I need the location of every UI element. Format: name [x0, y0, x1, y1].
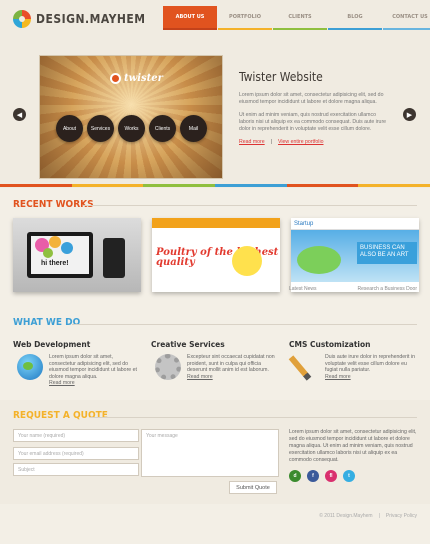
- service-read-more[interactable]: Read more: [49, 380, 75, 386]
- service-text: Excepteur sint occaecat cupidatat non pr…: [187, 354, 275, 373]
- color-stripe: [0, 184, 430, 187]
- bubble: [43, 248, 53, 258]
- twister-logo: twister: [110, 73, 163, 84]
- work-3-caption: Latest News Research a Business Door: [289, 286, 417, 292]
- privacy-policy-link[interactable]: Privacy Policy: [386, 513, 417, 519]
- slider-image[interactable]: twister About Services Works Clients Mai…: [40, 56, 222, 178]
- service-text: Lorem ipsum dolor sit amet, consectetur …: [49, 354, 137, 380]
- service-read-more[interactable]: Read more: [187, 374, 213, 380]
- site-menu-bar: [152, 218, 280, 228]
- work-thumb-1[interactable]: hi there!: [13, 218, 141, 292]
- service-text: Duis aute irure dolor in reprehenderit i…: [325, 354, 415, 373]
- recent-works-title: Recent Works: [13, 199, 94, 210]
- email-field[interactable]: Your email address (required): [13, 447, 139, 460]
- service-creative: Creative Services Excepteur sint occaeca…: [151, 340, 289, 387]
- copyright: © 2011 Design.Mayhem: [319, 513, 373, 519]
- service-cms: CMS Customization Duis aute irure dolor …: [288, 340, 427, 387]
- slide-caption: Twister Website Lorem ipsum dolor sit am…: [239, 70, 391, 145]
- stripe-segment: [286, 184, 359, 187]
- nav-contact[interactable]: Contact us: [383, 6, 430, 30]
- nav-portfolio[interactable]: Portfolio: [218, 6, 272, 30]
- social-links: d f fl t: [289, 470, 355, 482]
- footer: © 2011 Design.Mayhem | Privacy Policy: [319, 513, 417, 519]
- work-3-brand: Startup: [291, 218, 419, 230]
- submit-quote-button[interactable]: Submit Quote: [229, 481, 277, 494]
- chevron-left-icon[interactable]: ◀: [13, 108, 26, 121]
- slider-circle-menu: About Services Works Clients Mail: [56, 115, 211, 142]
- divider: [83, 205, 417, 206]
- gear-icon: [155, 354, 181, 380]
- stripe-segment: [0, 184, 72, 187]
- chick-graphic: [232, 246, 262, 276]
- latest-news-label: Latest News: [289, 286, 317, 292]
- name-field[interactable]: Your name (required): [13, 429, 139, 442]
- service-title: Web Development: [13, 340, 91, 349]
- link-separator: |: [270, 139, 273, 145]
- message-field[interactable]: Your message: [141, 429, 279, 477]
- pencil-icon: [288, 354, 319, 384]
- slide-title: Twister Website: [239, 70, 323, 84]
- nav-about[interactable]: About us: [163, 6, 217, 30]
- service-web-development: Web Development Lorem ipsum dolor sit am…: [13, 340, 151, 387]
- bubble: [61, 242, 73, 254]
- service-read-more[interactable]: Read more: [325, 374, 351, 380]
- recent-works-list: hi there! Poultry of the highest quality…: [13, 218, 419, 292]
- pencil-shape: [288, 355, 312, 381]
- stripe-segment: [71, 184, 144, 187]
- slider-circle-mail: Mail: [180, 115, 207, 142]
- research-label: Research a Business Door: [357, 286, 417, 292]
- slider-circle-clients: Clients: [149, 115, 176, 142]
- what-we-do-title: What we do: [13, 317, 81, 328]
- globe-icon: [17, 354, 43, 380]
- service-title: CMS Customization: [289, 340, 371, 349]
- stripe-segment: [358, 184, 430, 187]
- service-text-block: Lorem ipsum dolor sit amet, consectetur …: [49, 354, 139, 387]
- service-text-block: Duis aute irure dolor in reprehenderit i…: [325, 354, 415, 384]
- quote-description: Lorem ipsum dolor sit amet, consectetur …: [289, 429, 417, 463]
- stripe-segment: [215, 184, 287, 187]
- nav-clients[interactable]: Clients: [273, 6, 327, 30]
- service-text-block: Excepteur sint occaecat cupidatat non pr…: [187, 354, 277, 380]
- work-thumb-2[interactable]: Poultry of the highest quality: [152, 218, 280, 292]
- divider: [90, 417, 417, 418]
- work-thumb-3[interactable]: Startup BUSINESS CAN ALSO BE AN ART: [291, 218, 419, 292]
- slider-circle-works: Works: [118, 115, 145, 142]
- twitter-icon[interactable]: t: [343, 470, 355, 482]
- service-body: Lorem ipsum dolor sit amet, consectetur …: [13, 354, 151, 387]
- logo-text: DESIGN.MAYHEM: [36, 12, 146, 26]
- request-quote-title: Request a quote: [13, 410, 108, 421]
- footer-separator: |: [378, 513, 380, 519]
- twister-logo-icon: [110, 73, 121, 84]
- service-body: Excepteur sint occaecat cupidatat non pr…: [151, 354, 289, 380]
- service-title: Creative Services: [151, 340, 225, 349]
- view-portfolio-link[interactable]: View entire portfolio: [278, 139, 323, 145]
- slider-circle-about: About: [56, 115, 83, 142]
- bubble: [49, 236, 61, 248]
- logo-icon: [13, 10, 31, 28]
- services-columns: Web Development Lorem ipsum dolor sit am…: [13, 340, 427, 387]
- slide-links: Read more | View entire portfolio: [239, 139, 391, 145]
- nav-blog[interactable]: Blog: [328, 6, 382, 30]
- delicious-icon[interactable]: d: [289, 470, 301, 482]
- logo[interactable]: DESIGN.MAYHEM: [13, 8, 146, 30]
- chevron-right-icon[interactable]: ▶: [403, 108, 416, 121]
- phone-graphic: [103, 238, 125, 278]
- read-more-link[interactable]: Read more: [239, 139, 265, 145]
- grass-graphic: [297, 246, 341, 274]
- work-3-banner: BUSINESS CAN ALSO BE AN ART: [357, 242, 417, 264]
- service-body: Duis aute irure dolor in reprehenderit i…: [288, 354, 427, 384]
- slide-paragraph-1: Lorem ipsum dolor sit amet, consectetur …: [239, 92, 384, 105]
- main-nav: About us Portfolio Clients Blog Contact …: [163, 6, 430, 30]
- slide-paragraph-2: Ut enim ad minim veniam, quis nostrud ex…: [239, 112, 387, 132]
- slider-circle-services: Services: [87, 115, 114, 142]
- subject-field[interactable]: Subject: [13, 463, 139, 476]
- divider: [72, 324, 417, 325]
- twister-logo-text: twister: [124, 73, 163, 84]
- work-1-text: hi there!: [41, 260, 69, 267]
- stripe-segment: [143, 184, 216, 187]
- facebook-icon[interactable]: f: [307, 470, 319, 482]
- flickr-icon[interactable]: fl: [325, 470, 337, 482]
